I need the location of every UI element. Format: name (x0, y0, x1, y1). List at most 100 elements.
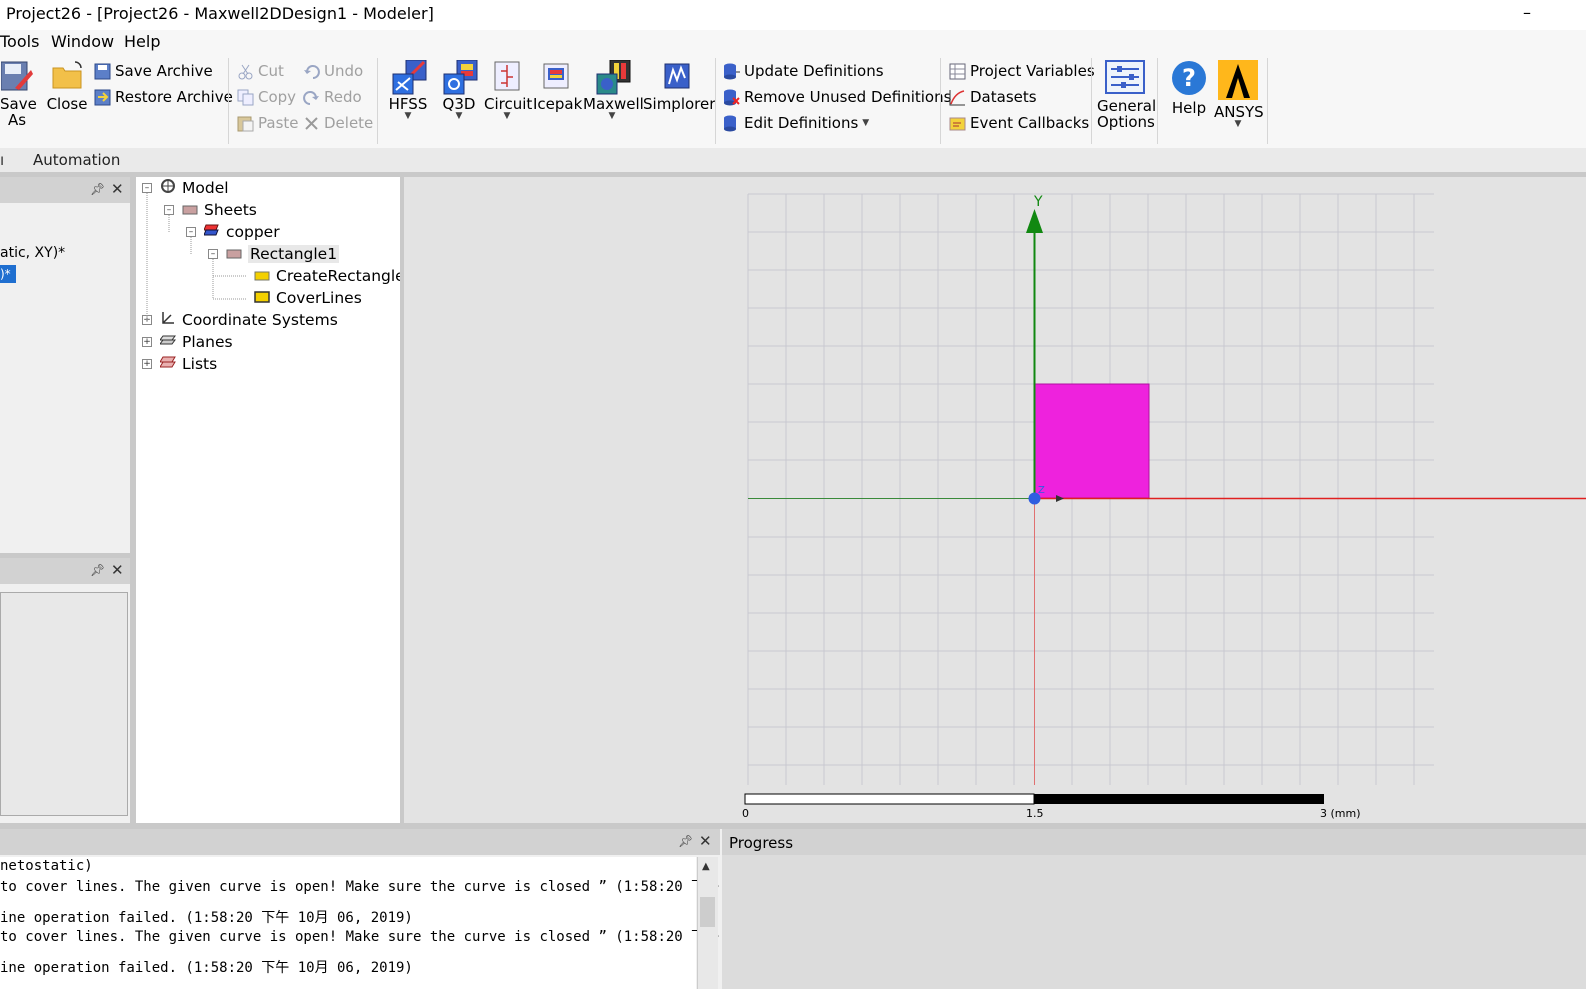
redo-button[interactable]: Redo (303, 86, 362, 108)
help-button[interactable]: ? Help (1167, 60, 1211, 116)
tab-separator: ı (0, 151, 5, 169)
panel-header: 📌︎ ✕ (0, 177, 130, 203)
ribbon-toolbar: Save As Close Save Archive Restore Archi… (0, 54, 1586, 149)
message-line: netostatic) (0, 858, 93, 874)
pin-icon[interactable]: 📌︎ (90, 182, 105, 196)
event-callbacks-button[interactable]: Event Callbacks (949, 112, 1089, 134)
close-panel-icon[interactable]: ✕ (111, 180, 124, 198)
restore-archive-button[interactable]: Restore Archive (94, 86, 233, 108)
menu-bar: Tools Window Help (0, 30, 1586, 54)
paste-label: Paste (258, 114, 299, 132)
icepak-label: Icepak (533, 95, 583, 113)
ribbon-separator (715, 58, 716, 144)
pin-icon[interactable]: 📌︎ (678, 834, 693, 848)
ribbon-tab-strip: ı Automation (0, 148, 1586, 172)
message-scrollbar[interactable]: ▲ (697, 857, 718, 989)
project-variables-label: Project Variables (970, 62, 1095, 80)
scissors-icon (237, 63, 254, 80)
remove-unused-definitions-label: Remove Unused Definitions (744, 88, 952, 106)
scrollbar-thumb[interactable] (700, 897, 715, 927)
circuit-icon (491, 60, 523, 92)
close-panel-icon[interactable]: ✕ (111, 561, 124, 579)
close-project-button[interactable]: Close (45, 60, 89, 112)
hfss-icon (392, 59, 427, 95)
copy-label: Copy (258, 88, 297, 106)
menu-tools[interactable]: Tools (0, 32, 39, 51)
rectangle1-sheet[interactable] (1033, 383, 1150, 499)
ribbon-separator (1091, 58, 1092, 144)
q3d-label: Q3D (442, 95, 476, 113)
update-definitions-button[interactable]: Update Definitions (723, 60, 884, 82)
close-panel-icon[interactable]: ✕ (699, 832, 712, 850)
circuit-button[interactable]: Circuit ▼ (484, 60, 533, 121)
tab-automation[interactable]: Automation (33, 151, 120, 169)
scale-label-mid: 1.5 (1026, 807, 1044, 820)
save-as-button[interactable]: Save As (0, 60, 37, 128)
project-tree-item[interactable]: atic, XY)* (0, 245, 65, 261)
general-options-label-2: Options (1097, 113, 1155, 131)
scroll-up-arrow-icon[interactable]: ▲ (702, 861, 710, 872)
copy-icon (237, 89, 254, 106)
modeler-viewport[interactable]: Y Z 0 1.5 3 (mm) (404, 177, 1586, 823)
icepak-button[interactable]: Icepak (533, 60, 583, 113)
scale-label-end: 3 (mm) (1320, 807, 1361, 820)
message-manager-panel: 📌︎ ✕ netostatic) to cover lines. The giv… (0, 829, 720, 989)
delete-button[interactable]: Delete (303, 112, 373, 134)
cut-button[interactable]: Cut (237, 60, 284, 82)
message-list: netostatic) to cover lines. The given cu… (0, 857, 719, 989)
simplorer-button[interactable]: Simplorer (643, 60, 715, 112)
save-as-icon (0, 60, 33, 92)
general-options-button[interactable]: General Options (1097, 60, 1156, 131)
restore-archive-icon (94, 89, 111, 106)
model-tree-panel: – Model – Sheets – copper – Rectangle1 C… (136, 177, 405, 823)
q3d-button[interactable]: Q3D ▼ (437, 59, 481, 121)
database-icon (723, 63, 740, 80)
y-axis-label: Y (1033, 194, 1043, 210)
datasets-button[interactable]: Datasets (949, 86, 1037, 108)
redo-icon (303, 89, 320, 106)
project-manager-panel: 📌︎ ✕ atic, XY)* )* (0, 177, 130, 553)
undo-button[interactable]: Undo (303, 60, 363, 82)
panel-header: 📌︎ ✕ (0, 829, 720, 855)
pin-icon[interactable]: 📌︎ (90, 563, 105, 577)
message-line: to cover lines. The given curve is open!… (0, 879, 720, 895)
datasets-chart-icon (949, 89, 966, 106)
datasets-label: Datasets (970, 88, 1037, 106)
ansys-button[interactable]: ANSYS ▼ (1214, 60, 1264, 129)
ribbon-separator (940, 58, 941, 144)
selected-tree-item[interactable]: )* (0, 265, 16, 283)
save-as-label-1: Save (0, 95, 37, 113)
modeler-canvas[interactable]: Y Z 0 1.5 3 (mm) (404, 177, 1586, 823)
ansys-label: ANSYS (1214, 103, 1264, 121)
maxwell-label: Maxwell (583, 95, 644, 113)
save-archive-button[interactable]: Save Archive (94, 60, 213, 82)
event-callbacks-label: Event Callbacks (970, 114, 1090, 132)
update-definitions-label: Update Definitions (744, 62, 884, 80)
panel-header: 📌︎ ✕ (0, 558, 130, 584)
project-variables-button[interactable]: Project Variables (949, 60, 1095, 82)
delete-x-icon (303, 115, 320, 132)
copy-button[interactable]: Copy (237, 86, 296, 108)
circuit-label: Circuit (484, 95, 533, 113)
help-label: Help (1171, 99, 1207, 117)
dropdown-caret-icon: ▼ (1234, 119, 1242, 129)
maxwell-button[interactable]: Maxwell ▼ (583, 59, 644, 121)
folder-icon (51, 60, 83, 92)
ansys-logo-icon (1218, 60, 1258, 100)
scale-label-0: 0 (742, 807, 749, 820)
menu-window[interactable]: Window (51, 32, 114, 51)
paste-button[interactable]: Paste (237, 112, 299, 134)
hfss-button[interactable]: HFSS ▼ (386, 59, 430, 121)
menu-help[interactable]: Help (124, 32, 160, 51)
edit-definitions-button[interactable]: Edit Definitions ▼ (723, 112, 869, 134)
message-line: ine operation failed. (1:58:20 下午 10月 06… (0, 960, 413, 976)
undo-label: Undo (324, 62, 364, 80)
undo-icon (303, 63, 320, 80)
delete-label: Delete (324, 114, 374, 132)
remove-unused-definitions-button[interactable]: Remove Unused Definitions (723, 86, 951, 108)
ribbon-separator (228, 58, 229, 144)
minimize-button[interactable]: – (1512, 0, 1542, 26)
scale-bar-black (1034, 794, 1324, 804)
simplorer-icon (661, 60, 693, 92)
z-axis-label: Z (1038, 485, 1045, 496)
